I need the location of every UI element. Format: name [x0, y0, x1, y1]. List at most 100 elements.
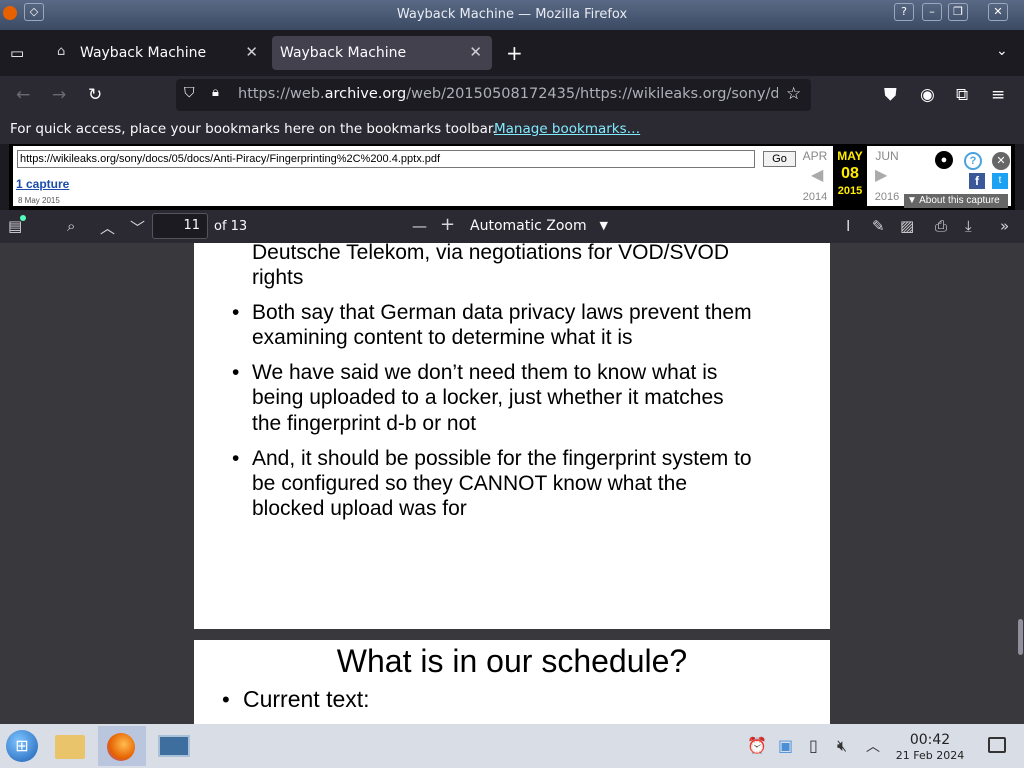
bullet-icon: • [232, 361, 240, 384]
bookmark-star-icon[interactable]: ☆ [786, 84, 801, 104]
system-monitor-icon[interactable] [154, 726, 194, 766]
start-menu-icon[interactable]: ⊞ [6, 730, 38, 762]
tab-wayback-2[interactable]: Wayback Machine ✕ [272, 36, 492, 70]
tab-wayback-1[interactable]: ⌂ Wayback Machine ✕ [48, 36, 268, 70]
wayback-url-input[interactable]: https://wikileaks.org/sony/docs/05/docs/… [17, 150, 755, 168]
show-desktop-icon[interactable] [988, 737, 1006, 753]
next-capture-arrow-icon[interactable]: ▶ [875, 165, 887, 185]
volume-muted-icon[interactable]: 🔇︎ [837, 736, 847, 756]
tools-menu-icon[interactable]: » [1000, 217, 1009, 235]
about-capture-button[interactable]: ▼ About this capture [904, 194, 1008, 208]
help-icon[interactable]: ? [964, 152, 982, 170]
close-tab-icon[interactable]: ✕ [469, 43, 482, 61]
twitter-icon[interactable]: t [992, 173, 1008, 189]
firefox-view-icon[interactable]: ▭ [10, 44, 24, 62]
bullet-icon: • [232, 301, 240, 324]
tray-expand-icon[interactable]: ︿ [866, 736, 880, 756]
pocket-icon[interactable]: ⛊ [884, 85, 897, 105]
wayback-go-button[interactable]: Go [763, 151, 796, 167]
manage-bookmarks-link[interactable]: Manage bookmarks… [494, 121, 640, 137]
bookmarks-toolbar: For quick access, place your bookmarks h… [0, 114, 1024, 144]
chevron-down-icon: ▼ [599, 219, 608, 232]
help-icon[interactable]: ? [894, 3, 914, 21]
sidebar-notification-dot-icon [20, 215, 26, 221]
bullet-icon: • [232, 447, 240, 470]
bullet-line: Both say that German data privacy laws p… [252, 301, 752, 324]
partial-line: rights [252, 266, 304, 289]
print-icon[interactable]: ⎙ [935, 217, 947, 235]
url-bar[interactable]: ⛉ 🔒︎ https://web.archive.org/web/2015050… [176, 79, 811, 111]
capture-date: 8 May 2015 [18, 196, 60, 205]
next-year-label[interactable]: 2016 [871, 191, 903, 203]
about-capture-label: About this capture [919, 195, 1000, 206]
pdf-viewer[interactable]: Deutsche Telekom, via negotiations for V… [0, 243, 1024, 724]
tab-label: Wayback Machine [80, 45, 207, 61]
prev-capture-arrow-icon[interactable]: ◀ [811, 165, 823, 185]
zoom-out-icon[interactable]: — [412, 217, 427, 235]
current-day: 08 [841, 165, 859, 182]
captures-link[interactable]: 1 capture [16, 177, 69, 191]
notifications-icon[interactable]: ⏰ [747, 736, 767, 755]
clock-time[interactable]: 00:42 [894, 732, 966, 748]
wayback-toolbar: https://wikileaks.org/sony/docs/05/docs/… [9, 144, 1015, 210]
maximize-button[interactable]: ❐ [948, 3, 968, 21]
save-icon[interactable]: ⤓ [965, 217, 972, 235]
pdf-page: What is in our schedule? • Current text: [194, 640, 830, 724]
firefox-taskbar-icon[interactable] [98, 726, 146, 766]
bullet-line: being uploaded to a locker, just whether… [252, 386, 724, 409]
tab-bar: ▭ ⌂ Wayback Machine ✕ Wayback Machine ✕ … [0, 30, 1024, 76]
account-icon[interactable]: ◉ [920, 85, 935, 105]
new-tab-icon[interactable]: + [506, 41, 523, 65]
page-total: of 13 [214, 219, 248, 234]
next-page-icon[interactable]: ﹀ [130, 217, 145, 238]
bullet-line: be configured so they CANNOT know what t… [252, 472, 688, 495]
next-month-label[interactable]: JUN [871, 149, 903, 163]
back-icon[interactable]: ← [16, 85, 30, 105]
forward-icon[interactable]: → [52, 85, 66, 105]
close-toolbar-icon[interactable]: ✕ [992, 152, 1010, 170]
bullet-line: blocked upload was for [252, 497, 467, 520]
prev-month-label[interactable]: APR [799, 149, 831, 163]
wayback-favicon-icon: ⌂ [57, 44, 66, 59]
bullet-line: And, it should be possible for the finge… [252, 447, 752, 470]
reload-icon[interactable]: ↻ [88, 85, 102, 105]
menu-icon[interactable]: ≡ [991, 85, 1005, 105]
lock-icon[interactable]: 🔒︎ [212, 85, 219, 100]
minimize-button[interactable]: – [922, 3, 942, 21]
current-capture-date: MAY 08 2015 [833, 146, 867, 207]
zoom-in-icon[interactable]: + [440, 214, 455, 235]
battery-icon[interactable]: ▯ [809, 736, 818, 755]
find-icon[interactable]: ⌕ [67, 217, 75, 235]
current-month: MAY [837, 149, 863, 163]
text-select-icon[interactable]: Ⅰ [846, 217, 850, 235]
bookmarks-hint: For quick access, place your bookmarks h… [10, 121, 497, 137]
vertical-scrollbar[interactable] [1018, 619, 1023, 655]
list-tabs-icon[interactable]: ⌄ [996, 43, 1008, 59]
pdf-page: Deutsche Telekom, via negotiations for V… [194, 243, 830, 629]
window-title: Wayback Machine — Mozilla Firefox [396, 7, 628, 22]
extensions-icon[interactable]: ⧉ [956, 85, 968, 105]
close-tab-icon[interactable]: ✕ [245, 43, 258, 61]
tracking-shield-icon[interactable]: ⛉ [184, 85, 195, 101]
add-image-icon[interactable]: ▨ [900, 217, 914, 235]
current-year: 2015 [837, 185, 863, 197]
clipboard-icon[interactable]: ▣ [778, 736, 793, 755]
dropdown-arrow-icon: ▼ [907, 195, 920, 206]
pdf-toolbar: ▤ ⌕ ︿ ﹀ 11 of 13 — + Automatic Zoom ▼ Ⅰ ✎… [0, 210, 1024, 243]
file-manager-icon[interactable] [50, 726, 90, 766]
account-icon[interactable]: ● [935, 151, 953, 169]
taskbar: ⊞ ⏰ ▣ ▯ 🔇︎ ︿ 00:42 21 Feb 2024 [0, 724, 1024, 768]
facebook-icon[interactable]: f [969, 173, 985, 189]
page-number-input[interactable]: 11 [152, 213, 208, 239]
bullet-icon: • [222, 687, 230, 712]
tab-label: Wayback Machine [280, 45, 407, 61]
bullet-line: the fingerprint d-b or not [252, 412, 477, 435]
bullet-line: examining content to determine what it i… [252, 326, 633, 349]
prev-year-label[interactable]: 2014 [799, 191, 831, 203]
draw-icon[interactable]: ✎ [872, 217, 885, 235]
previous-page-icon[interactable]: ︿ [100, 217, 115, 238]
slide-heading: What is in our schedule? [336, 643, 688, 679]
zoom-select[interactable]: Automatic Zoom ▼ [464, 213, 616, 239]
close-window-button[interactable]: ✕ [988, 3, 1008, 21]
clock-date[interactable]: 21 Feb 2024 [890, 749, 970, 762]
